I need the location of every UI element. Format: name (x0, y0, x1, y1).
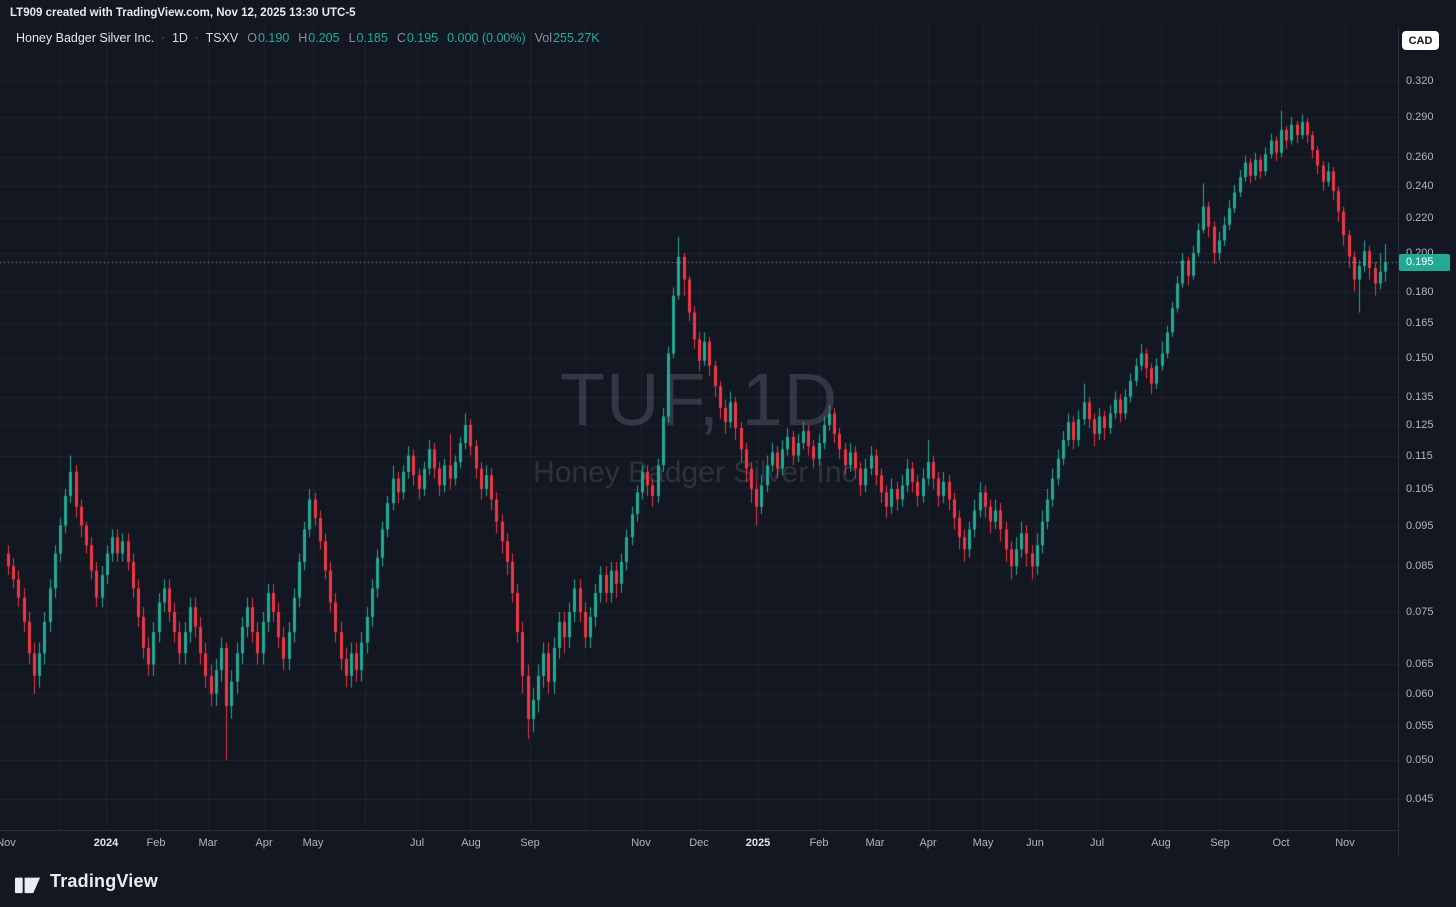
time-axis-month-label: Jul (1089, 837, 1105, 849)
price-axis-label: 0.290 (1406, 111, 1434, 124)
legend-symbol-title[interactable]: Honey Badger Silver Inc. (16, 31, 154, 45)
time-axis-month-label: Jun (1026, 837, 1044, 849)
time-axis-month-label: Sep (520, 837, 540, 849)
price-axis-label: 0.045 (1406, 793, 1434, 805)
time-axis-month-label: Aug (1151, 837, 1171, 849)
price-axis-label: 0.115 (1406, 449, 1433, 462)
legend-high: H 0.205 (298, 31, 339, 45)
price-axis-label: 0.060 (1406, 687, 1434, 700)
time-axis-year-label: 2025 (745, 837, 771, 849)
price-axis-label: 0.240 (1406, 180, 1434, 193)
bottom-toolbar: TradingView (0, 855, 1456, 907)
chart-pane: TUF, 1D Honey Badger Silver Inc. (0, 27, 1398, 830)
legend-low: L 0.185 (349, 31, 388, 45)
time-axis-year-label: 2024 (93, 837, 119, 849)
high-label: H (298, 31, 308, 45)
time-axis-month-label: May (972, 837, 994, 849)
close-value: 0.195 (406, 31, 439, 45)
time-axis-month-label: Sep (1210, 837, 1230, 849)
price-axis-label: 0.055 (1406, 719, 1434, 732)
price-axis-label: 0.220 (1406, 212, 1434, 225)
time-axis-month-label: Mar (865, 837, 885, 849)
volume-label: Vol (534, 31, 553, 45)
price-axis-label: 0.180 (1406, 285, 1434, 298)
legend-change: 0.000 (0.00%) (447, 31, 526, 45)
close-label: C (396, 31, 406, 45)
time-axis-month-label: Feb (809, 837, 829, 849)
price-axis-label: 0.260 (1406, 150, 1434, 163)
legend-volume: Vol 255.27K (535, 31, 600, 45)
legend-separator: · (161, 32, 165, 44)
legend-open: O 0.190 (247, 31, 289, 45)
price-axis-label: 0.125 (1406, 419, 1434, 432)
price-axis-label: 0.065 (1406, 658, 1434, 671)
time-axis-month-label: Apr (255, 837, 273, 849)
price-axis-label: 0.075 (1406, 606, 1434, 619)
legend-separator: · (194, 32, 199, 44)
symbol-legend[interactable]: Honey Badger Silver Inc. · 1D · TSXV O 0… (16, 31, 609, 45)
candlestick-chart-canvas[interactable] (0, 27, 1398, 830)
time-axis-month-label: Nov (631, 837, 651, 849)
low-value: 0.185 (356, 31, 388, 45)
tradingview-wordmark: TradingView (50, 870, 158, 891)
time-axis-month-label: Apr (919, 837, 937, 849)
price-axis-label: 0.050 (1406, 754, 1434, 767)
time-axis-month-label: Oct (1272, 837, 1290, 849)
open-value: 0.190 (257, 31, 290, 45)
time-axis-month-label: May (302, 837, 324, 849)
time-axis-month-label: Jul (409, 837, 425, 849)
price-axis[interactable]: CAD 0.195 0.320 0.290 0.260 0.240 0.220 0.200… (1398, 27, 1456, 855)
currency-toggle-button[interactable]: CAD (1402, 31, 1439, 50)
last-price-tag: 0.195 (1399, 254, 1450, 272)
tradingview-chart-window: LT909 created with TradingView.com, Nov … (0, 0, 1456, 907)
price-axis-label: 0.150 (1406, 352, 1434, 365)
time-axis-month-label: Feb (146, 837, 166, 849)
time-axis-month-label: Mar (198, 837, 218, 849)
time-axis[interactable]: Nov 2024 Feb Mar Apr May Jul Aug Sep Nov Dec 2025 Fe… (0, 830, 1398, 856)
price-axis-label: 0.105 (1406, 482, 1434, 495)
legend-exchange: TSXV (205, 31, 239, 45)
price-axis-label: 0.165 (1406, 317, 1434, 330)
time-axis-month-label: Aug (461, 837, 481, 849)
volume-value: 255.27K (553, 31, 600, 45)
time-axis-month-label: Nov (1335, 837, 1355, 849)
legend-interval: 1D (171, 31, 188, 45)
legend-close: C 0.195 (397, 31, 438, 45)
tradingview-home-link[interactable]: TradingView (14, 868, 158, 895)
low-label: L (348, 31, 356, 45)
time-axis-month-label: Nov (0, 837, 16, 849)
time-axis-month-label: Dec (689, 837, 709, 849)
price-axis-label: 0.135 (1406, 390, 1434, 403)
tradingview-logo-icon (14, 868, 41, 895)
high-value: 0.205 (308, 31, 340, 45)
price-axis-label: 0.320 (1406, 75, 1434, 87)
price-axis-label: 0.095 (1406, 519, 1434, 532)
open-label: O (247, 31, 257, 45)
attribution-text: LT909 created with TradingView.com, Nov … (10, 7, 356, 19)
price-axis-label: 0.085 (1406, 560, 1434, 573)
